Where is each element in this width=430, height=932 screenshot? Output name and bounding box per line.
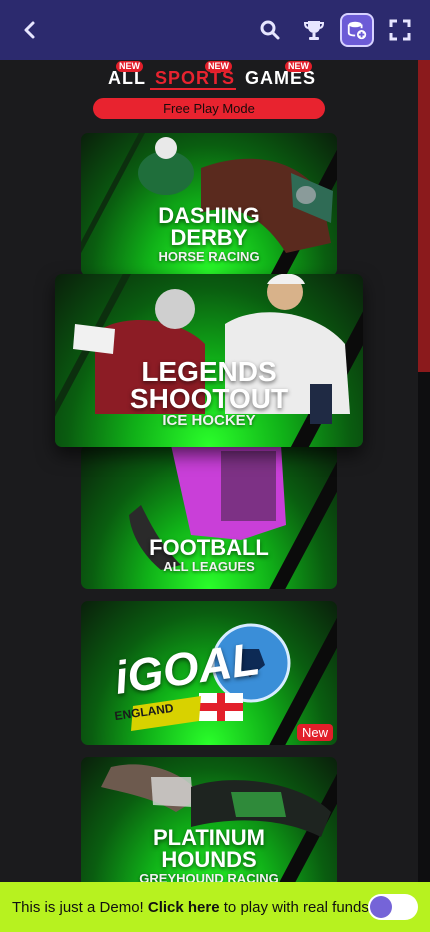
game-title-line1: PLATINUM xyxy=(152,825,266,850)
leaderboard-button[interactable] xyxy=(302,18,326,42)
game-card-igoal-england[interactable]: iGOAL ENGLAND New xyxy=(81,601,337,745)
tab-games-new-badge: NEW xyxy=(285,61,312,72)
game-card-dashing-derby[interactable]: DASHING DERBY HORSE RACING xyxy=(81,133,337,276)
fullscreen-icon xyxy=(389,19,411,41)
active-tab-indicator xyxy=(150,88,236,90)
game-card-football[interactable]: FOOTBALL ALL LEAGUES xyxy=(81,445,337,589)
game-subtitle: ICE HOCKEY xyxy=(162,412,256,429)
game-subtitle: HORSE RACING xyxy=(158,249,260,264)
fullscreen-button[interactable] xyxy=(388,18,412,42)
game-title-line1: DASHING xyxy=(158,203,260,228)
top-bar xyxy=(0,0,430,60)
real-funds-link[interactable]: Click here xyxy=(148,899,220,916)
wallet-add-icon xyxy=(347,21,367,40)
trophy-icon xyxy=(303,21,325,40)
game-card-platinum-hounds[interactable]: PLATINUM HOUNDS GREYHOUND RACING xyxy=(81,757,337,897)
wallet-add-button[interactable] xyxy=(340,13,374,47)
game-title-line2: DERBY xyxy=(170,225,248,250)
game-card-legends-shootout[interactable]: LEGENDS SHOOTOUT ICE HOCKEY xyxy=(55,274,363,447)
back-button[interactable] xyxy=(18,18,42,42)
search-button[interactable] xyxy=(258,18,282,42)
search-icon xyxy=(260,20,280,40)
real-funds-toggle[interactable] xyxy=(368,894,418,920)
chevron-left-icon xyxy=(24,21,35,39)
game-title-line1: LEGENDS xyxy=(141,356,277,387)
demo-prefix: This is just a Demo! xyxy=(12,899,148,916)
toggle-knob xyxy=(370,896,392,918)
game-title: FOOTBALL xyxy=(149,535,269,560)
game-title-line2: HOUNDS xyxy=(161,847,257,872)
scrollbar-thumb[interactable] xyxy=(418,60,430,372)
demo-message: This is just a Demo! Click here to play … xyxy=(12,899,373,916)
demo-mode-bar: This is just a Demo! Click here to play … xyxy=(0,882,430,932)
tab-sports-new-badge: NEW xyxy=(205,61,232,72)
free-play-mode-banner: Free Play Mode xyxy=(93,98,325,119)
game-title-line2: SHOOTOUT xyxy=(129,383,289,414)
game-subtitle: ALL LEAGUES xyxy=(163,559,255,574)
new-badge: New xyxy=(296,724,333,741)
demo-suffix: to play with real funds. xyxy=(219,899,374,916)
tab-all-new-badge: NEW xyxy=(116,61,143,72)
